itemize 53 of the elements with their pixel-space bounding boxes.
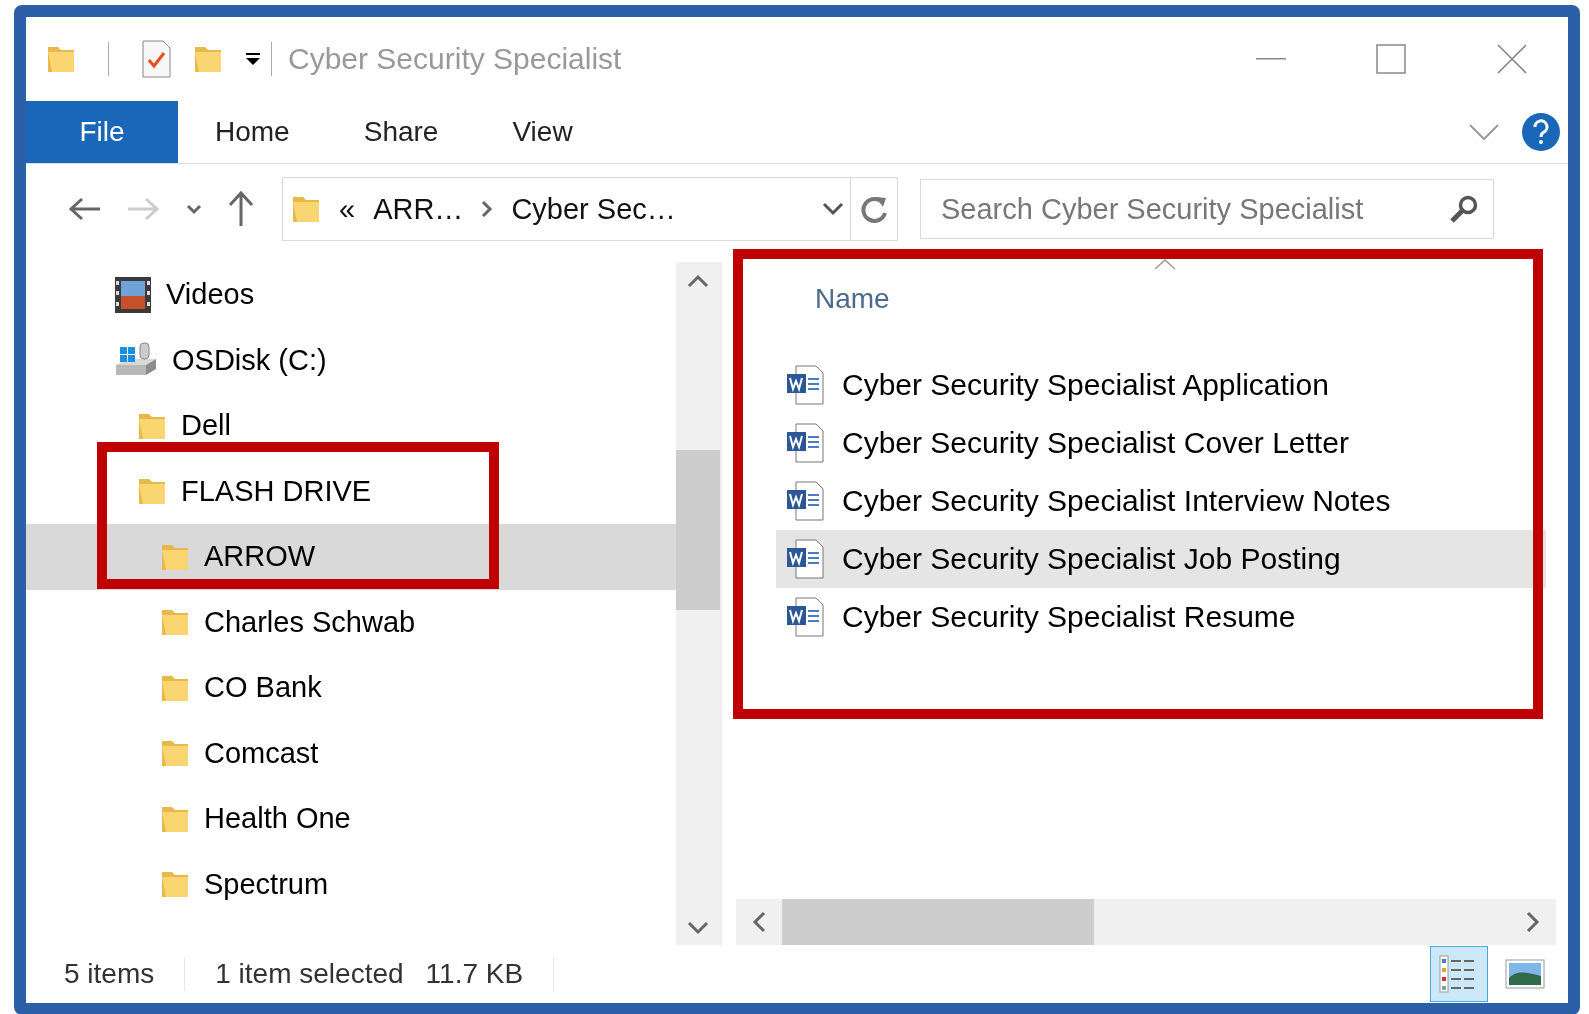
column-header[interactable]: Name — [778, 283, 927, 315]
sort-caret-icon — [1154, 258, 1176, 270]
ribbon-tab[interactable]: Home — [178, 101, 327, 163]
document-icon — [786, 597, 824, 637]
chevron-down-icon[interactable] — [822, 202, 844, 216]
item-count: 5 items — [64, 958, 155, 990]
tree-item[interactable]: Videos — [26, 262, 676, 328]
breadcrumb[interactable]: ARR… — [373, 192, 464, 226]
file-menu-tab[interactable]: File — [26, 101, 178, 163]
breadcrumb[interactable]: Cyber Sec… — [511, 192, 676, 226]
file-row[interactable]: Cyber Security Specialist Application — [776, 356, 1546, 414]
vertical-scrollbar[interactable] — [676, 262, 720, 945]
close-icon[interactable] — [1496, 43, 1528, 75]
tree-item[interactable]: OSDisk (C:) — [26, 327, 676, 393]
file-row[interactable]: Cyber Security Specialist Resume — [776, 588, 1546, 646]
film-icon — [114, 275, 152, 314]
search-field[interactable]: Search Cyber Security Specialist — [920, 179, 1494, 239]
overflow-chevron[interactable]: « — [339, 192, 356, 226]
dropdown-icon[interactable] — [245, 52, 261, 66]
tree-item[interactable]: Health One — [26, 786, 676, 852]
ribbon-tab[interactable]: View — [475, 101, 610, 163]
scrollbar-thumb[interactable] — [782, 899, 1094, 945]
selection-count: 1 item selected — [215, 958, 404, 990]
properties-icon[interactable] — [141, 40, 171, 78]
up-arrow-icon[interactable] — [226, 190, 256, 228]
scrollbar-thumb[interactable] — [676, 449, 720, 610]
scroll-down-icon[interactable] — [687, 921, 709, 935]
window-title: Cyber Security Specialist — [288, 42, 623, 76]
file-row[interactable]: Cyber Security Specialist Job Posting — [776, 530, 1546, 588]
document-icon — [786, 481, 824, 521]
chevron-down-icon[interactable] — [186, 203, 202, 215]
help-icon[interactable] — [1522, 113, 1560, 151]
tree-item[interactable]: Dell — [26, 393, 676, 459]
horizontal-scrollbar[interactable] — [736, 899, 1556, 945]
address-bar[interactable]: « ARR… Cyber Sec… — [282, 177, 898, 241]
expand-ribbon-icon[interactable] — [1468, 123, 1500, 141]
tree-item[interactable]: FLASH DRIVE — [26, 458, 676, 524]
chevron-right-icon — [481, 200, 494, 218]
document-icon — [786, 539, 824, 579]
tree-item[interactable]: Spectrum — [26, 851, 676, 917]
document-icon — [786, 423, 824, 463]
tree-item[interactable]: Charles Schwab — [26, 589, 676, 655]
document-icon — [786, 365, 824, 405]
selection-size: 11.7 KB — [425, 958, 524, 990]
file-row[interactable]: Cyber Security Specialist Cover Letter — [776, 414, 1546, 472]
tree-item[interactable]: CO Bank — [26, 655, 676, 721]
tree-item[interactable]: Comcast — [26, 720, 676, 786]
scroll-up-icon[interactable] — [687, 274, 709, 288]
ribbon-tab[interactable]: Share — [326, 101, 476, 163]
view-toggle[interactable] — [1430, 946, 1488, 1002]
search-icon[interactable] — [1449, 194, 1479, 224]
file-row[interactable]: Cyber Security Specialist Interview Notes — [776, 472, 1546, 530]
minimize-icon[interactable] — [1256, 57, 1286, 61]
